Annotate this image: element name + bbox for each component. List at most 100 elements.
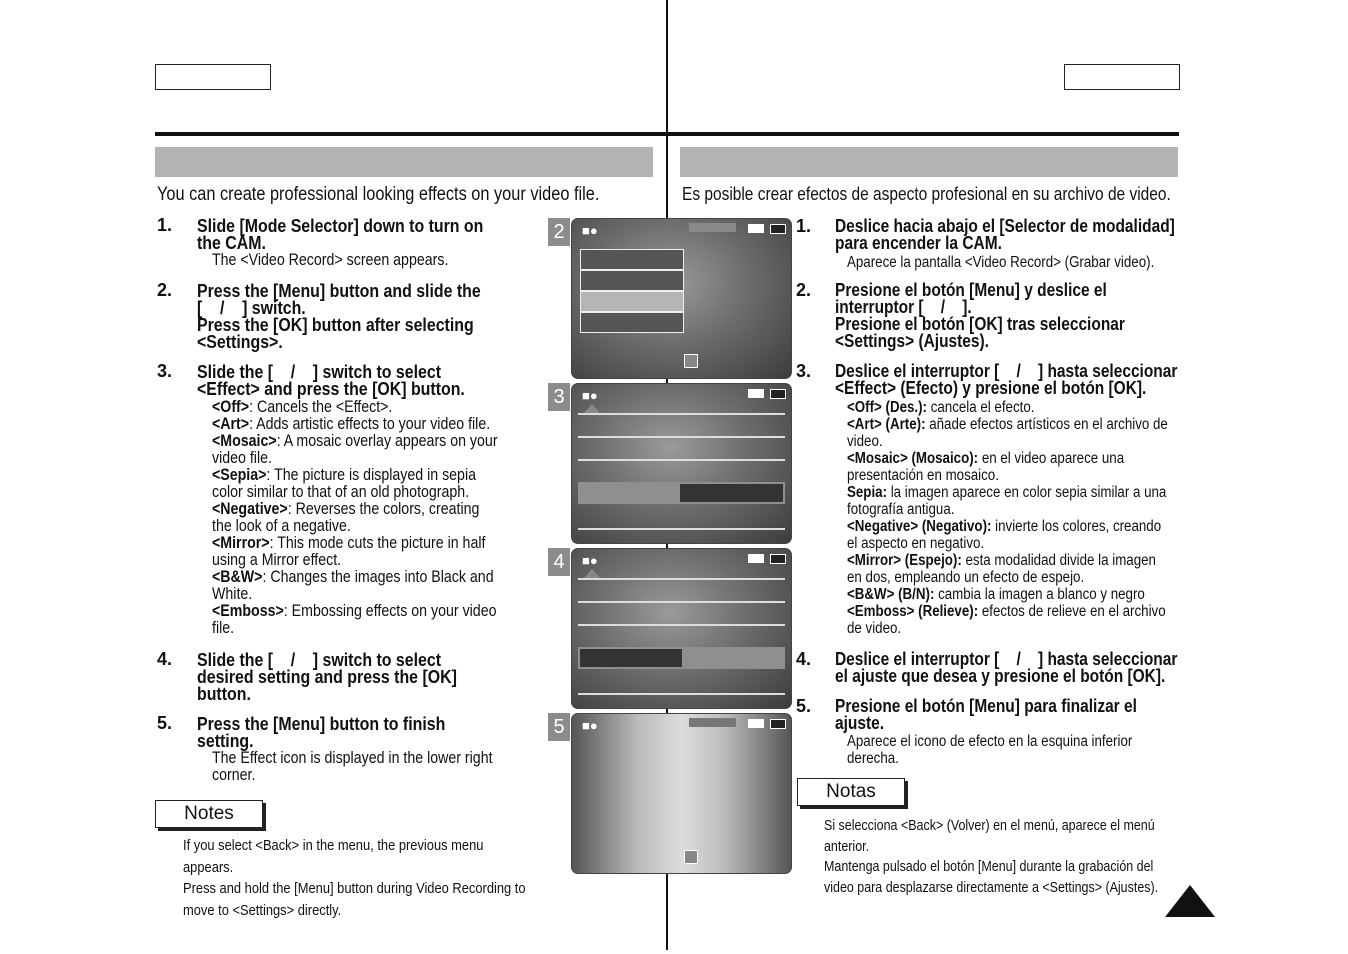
effect-item: <Mirror>: This mode cuts the picture in …: [212, 535, 498, 569]
notes-text-spanish: Si selecciona <Back> (Volver) en el menú…: [824, 818, 1159, 896]
menu-item-selected[interactable]: [580, 291, 684, 312]
effect-item: Sepia: la imagen aparece en color sepia …: [847, 484, 1168, 518]
scroll-up-icon[interactable]: [584, 404, 600, 413]
video-camera-icon: ■●: [582, 718, 598, 733]
page-triangle-icon: [1165, 885, 1215, 917]
menu-divider: [578, 624, 785, 626]
effect-term: <Mirror>: [212, 534, 270, 552]
header-label-box-right: [1064, 64, 1180, 90]
step-number: 1.: [157, 215, 173, 235]
menu-item[interactable]: [580, 249, 684, 270]
mode-label-bar: [689, 718, 736, 727]
effect-term: <Emboss> (Relieve):: [847, 603, 979, 620]
step-title: Press the [Menu] button to finish settin…: [197, 713, 446, 751]
effect-list: <Off> (Des.): cancela el efecto. <Art> (A…: [847, 399, 1168, 637]
notes-label: Notes: [155, 800, 263, 828]
menu-divider: [578, 413, 785, 415]
step-number: 3.: [796, 361, 812, 381]
effect-item: <Mosaic> (Mosaico): en el video aparece …: [847, 450, 1168, 484]
video-camera-icon: ■●: [582, 553, 598, 568]
intro-spanish: Es posible crear efectos de aspecto prof…: [682, 184, 1171, 204]
notes-text-english: If you select <Back> in the menu, the pr…: [183, 837, 526, 919]
memory-card-icon: [748, 719, 764, 728]
video-camera-icon: ■●: [582, 223, 598, 238]
effect-description: : Adds artistic effects to your video fi…: [249, 415, 491, 433]
effect-item: <Negative> (Negativo): invierte los colo…: [847, 518, 1168, 552]
effect-description: cambia la imagen a blanco y negro: [934, 586, 1145, 603]
effect-item: <Negative>: Reverses the colors, creatin…: [212, 501, 498, 535]
step-title: Deslice hacia abajo el [Selector de moda…: [835, 216, 1175, 253]
effect-term: <B&W> (B/N):: [847, 586, 935, 603]
effect-description: : Cancels the <Effect>.: [249, 398, 393, 416]
video-camera-icon: ■●: [582, 388, 598, 403]
menu-item[interactable]: [580, 270, 684, 291]
memory-card-icon: [748, 389, 764, 398]
step-number: 2.: [796, 280, 812, 300]
memory-card-icon: [748, 224, 764, 233]
intro-english: You can create professional looking effe…: [157, 184, 600, 205]
effect-term: <Negative>: [212, 500, 288, 518]
effect-term: <Sepia>: [212, 466, 267, 484]
effect-term: <Art> (Arte):: [847, 416, 926, 433]
effect-item: <B&W> (B/N): cambia la imagen a blanco y…: [847, 586, 1168, 603]
effect-term: <Emboss>: [212, 602, 284, 620]
screen-number: 3: [548, 383, 570, 411]
effect-term: <B&W>: [212, 568, 263, 586]
lcd-screen-effect-options: ■●: [571, 548, 792, 709]
step-detail: The <Video Record> screen appears.: [212, 251, 449, 269]
step-number: 2.: [157, 280, 173, 300]
effect-term: <Off>: [212, 398, 250, 416]
step-title: Slide the [ / ] switch to select <Effect…: [197, 361, 465, 399]
header-label-box-left: [155, 64, 271, 90]
effect-list: <Off>: Cancels the <Effect>. <Art>: Adds …: [212, 399, 498, 637]
effect-item: <Art> (Arte): añade efectos artísticos e…: [847, 416, 1168, 450]
effect-description: cancela el efecto.: [926, 399, 1035, 416]
effect-term: <Mosaic> (Mosaico):: [847, 450, 979, 467]
step-title: Slide the [ / ] switch to select desired…: [197, 649, 457, 704]
effect-term: Sepia:: [847, 484, 888, 501]
step-number: 4.: [157, 649, 173, 669]
effect-item: <Off> (Des.): cancela el efecto.: [847, 399, 1168, 416]
step-detail: The Effect icon is displayed in the lowe…: [212, 749, 493, 784]
step-detail: Aparece la pantalla <Video Record> (Grab…: [847, 254, 1155, 271]
option-row-selected[interactable]: [578, 647, 785, 669]
header-rule: [155, 132, 1179, 136]
step-title: Deslice el interruptor [ / ] hasta selec…: [835, 649, 1178, 686]
step-title: Press the [Menu] button and slide the [ …: [197, 280, 481, 352]
notas-label: Notas: [797, 778, 905, 806]
step-number: 5.: [796, 696, 812, 716]
effect-item: <Mosaic>: A mosaic overlay appears on yo…: [212, 433, 498, 467]
effect-item: <Mirror> (Espejo): esta modalidad divide…: [847, 552, 1168, 586]
battery-icon: [770, 224, 786, 234]
step-number: 1.: [796, 216, 812, 236]
battery-icon: [770, 719, 786, 729]
screen-number: 2: [548, 218, 570, 246]
step-number: 3.: [157, 361, 173, 381]
memory-card-icon: [748, 554, 764, 563]
effect-term: <Art>: [212, 415, 250, 433]
lcd-screen-effect-list: ■●: [571, 383, 792, 544]
effect-term: <Mosaic>: [212, 432, 277, 450]
screen-number: 5: [548, 713, 570, 741]
menu-divider: [578, 601, 785, 603]
menu-divider: [578, 459, 785, 461]
effect-indicator-icon: [684, 850, 698, 864]
battery-icon: [770, 554, 786, 564]
menu-divider: [578, 693, 785, 695]
effect-item: <Sepia>: The picture is displayed in sep…: [212, 467, 498, 501]
effect-term: <Mirror> (Espejo):: [847, 552, 962, 569]
menu-item[interactable]: [580, 312, 684, 333]
lcd-screen-mirror-result: ■●: [571, 713, 792, 874]
step-number: 4.: [796, 649, 812, 669]
effect-term: <Negative> (Negativo):: [847, 518, 992, 535]
effect-item: <Off>: Cancels the <Effect>.: [212, 399, 498, 416]
effect-item: <B&W>: Changes the images into Black and…: [212, 569, 498, 603]
section-bar-right: [680, 147, 1178, 177]
step-number: 5.: [157, 713, 173, 733]
step-detail: Aparece el icono de efecto en la esquina…: [847, 733, 1133, 767]
screen-number: 4: [548, 548, 570, 576]
manual-page: You can create professional looking effe…: [0, 0, 1348, 954]
menu-row-selected[interactable]: [578, 482, 785, 504]
scroll-up-icon[interactable]: [584, 569, 600, 578]
effect-term: <Off> (Des.):: [847, 399, 927, 416]
